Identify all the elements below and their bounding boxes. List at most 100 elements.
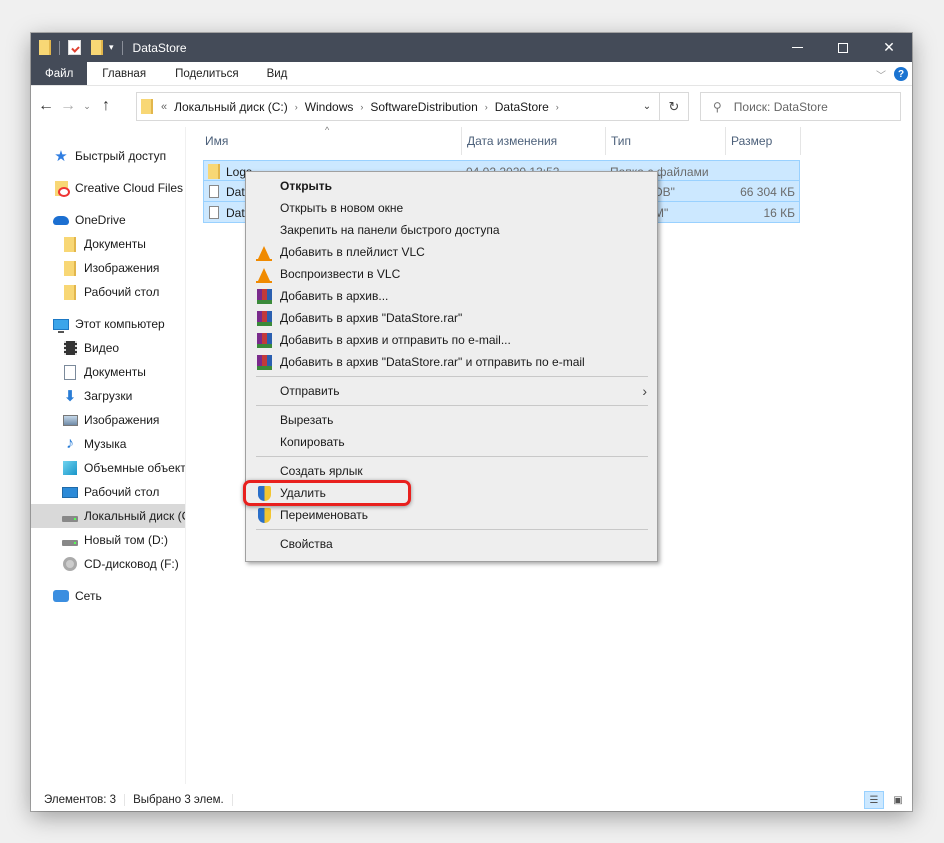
sidebar-item-label: Creative Cloud Files — [75, 181, 184, 195]
delete-highlight-annotation — [243, 480, 411, 506]
winrar-icon — [256, 332, 272, 348]
sidebar-item-music[interactable]: ♪ Музыка — [31, 432, 185, 456]
search-box[interactable]: ⚲ — [700, 92, 901, 121]
winrar-icon — [256, 354, 272, 370]
new-folder-icon[interactable] — [91, 40, 103, 55]
column-header-type[interactable]: Тип — [606, 127, 726, 155]
item-count: Элементов: 3 — [31, 794, 126, 806]
breadcrumb-separator[interactable]: › — [295, 102, 298, 112]
sidebar-item-creative-cloud[interactable]: Creative Cloud Files — [31, 176, 185, 200]
cloud-icon — [53, 215, 69, 225]
music-icon: ♪ — [66, 435, 74, 452]
menu-item-pin-quick-access[interactable]: Закрепить на панели быстрого доступа — [246, 219, 657, 241]
sidebar-item-documents[interactable]: Документы — [31, 360, 185, 384]
breadcrumb-separator[interactable]: › — [485, 102, 488, 112]
sidebar-item-3d-objects[interactable]: Объемные объект — [31, 456, 185, 480]
sidebar-item-label: Быстрый доступ — [75, 149, 167, 163]
navigation-pane[interactable]: ★ Быстрый доступ Creative Cloud Files On… — [31, 127, 186, 784]
minimize-button[interactable] — [774, 33, 820, 62]
sidebar-item-label: Документы — [84, 237, 146, 251]
expand-ribbon-icon[interactable]: ﹀ — [876, 67, 886, 82]
menu-item-archive-email[interactable]: Добавить в архив и отправить по e-mail..… — [246, 329, 657, 351]
sidebar-item-label: Новый том (D:) — [84, 533, 168, 547]
menu-item-create-shortcut[interactable]: Создать ярлык — [246, 460, 657, 482]
menu-item-add-archive[interactable]: Добавить в архив... — [246, 285, 657, 307]
menu-item-properties[interactable]: Свойства — [246, 533, 657, 555]
sidebar-item-downloads[interactable]: ⬇ Загрузки — [31, 384, 185, 408]
sidebar-item-volume-d[interactable]: Новый том (D:) — [31, 528, 185, 552]
sidebar-item-label: Сеть — [75, 589, 102, 603]
menu-item-datastore-rar-email[interactable]: Добавить в архив "DataStore.rar" и отпра… — [246, 351, 657, 373]
menu-item-add-datastore-rar[interactable]: Добавить в архив "DataStore.rar" — [246, 307, 657, 329]
sidebar-item-quick-access[interactable]: ★ Быстрый доступ — [31, 144, 185, 168]
breadcrumb-separator[interactable]: › — [360, 102, 363, 112]
recent-locations-button[interactable]: ⌄ — [79, 101, 95, 112]
winrar-icon — [256, 288, 272, 304]
properties-icon[interactable] — [68, 40, 81, 55]
winrar-icon — [256, 310, 272, 326]
back-button[interactable]: ← — [35, 97, 57, 115]
sidebar-item-label: Загрузки — [84, 389, 133, 403]
sidebar-item-label: Документы — [84, 365, 146, 379]
details-view-button[interactable]: ☰ — [864, 791, 884, 809]
breadcrumb-separator[interactable]: › — [556, 102, 559, 112]
video-icon — [63, 341, 77, 355]
breadcrumb-local-disk[interactable]: Локальный диск (C:) — [174, 100, 288, 114]
sidebar-item-label: Видео — [84, 341, 120, 355]
folder-icon — [64, 260, 76, 276]
overflow-chevron[interactable]: « — [161, 101, 167, 113]
close-button[interactable]: ✕ — [866, 33, 912, 62]
sidebar-item-onedrive[interactable]: OneDrive — [31, 208, 185, 232]
column-header-date[interactable]: Дата изменения — [462, 127, 606, 155]
menu-item-open-new-window[interactable]: Открыть в новом окне — [246, 197, 657, 219]
sidebar-item-onedrive-desktop[interactable]: Рабочий стол — [31, 280, 185, 304]
sidebar-item-desktop[interactable]: Рабочий стол — [31, 480, 185, 504]
help-icon[interactable]: ? — [894, 67, 908, 81]
window-title: DataStore — [132, 40, 187, 55]
customize-toolbar-icon[interactable]: ▾ — [109, 42, 114, 53]
menu-item-add-vlc-playlist[interactable]: Добавить в плейлист VLC — [246, 241, 657, 263]
tab-file[interactable]: Файл — [31, 62, 88, 85]
up-button[interactable]: ↑ — [95, 97, 117, 115]
refresh-button[interactable]: ↻ — [659, 93, 688, 120]
breadcrumb-datastore[interactable]: DataStore — [495, 100, 549, 114]
forward-button[interactable]: → — [57, 97, 79, 115]
address-bar[interactable]: « Локальный диск (C:) › Windows › Softwa… — [136, 92, 689, 121]
search-input[interactable] — [731, 98, 882, 115]
sidebar-item-onedrive-pictures[interactable]: Изображения — [31, 256, 185, 280]
sidebar-item-videos[interactable]: Видео — [31, 336, 185, 360]
menu-item-open[interactable]: Открыть — [246, 175, 657, 197]
folder-icon — [39, 40, 51, 55]
sidebar-item-label: Этот компьютер — [75, 317, 165, 331]
vlc-icon — [256, 267, 272, 283]
sidebar-item-network[interactable]: Сеть — [31, 584, 185, 608]
menu-item-rename[interactable]: Переименовать — [246, 504, 657, 526]
menu-item-send-to[interactable]: Отправить › — [246, 380, 657, 402]
quick-access-toolbar: ▾ — [31, 40, 127, 55]
menu-separator — [256, 376, 648, 377]
tab-home[interactable]: Главная — [87, 62, 161, 85]
maximize-button[interactable] — [820, 33, 866, 62]
sidebar-item-this-pc[interactable]: Этот компьютер — [31, 312, 185, 336]
breadcrumb-softwaredistribution[interactable]: SoftwareDistribution — [370, 100, 477, 114]
menu-item-play-vlc[interactable]: Воспроизвести в VLC — [246, 263, 657, 285]
column-headers: Имя ^ Дата изменения Тип Размер — [187, 125, 912, 155]
menu-item-copy[interactable]: Копировать — [246, 431, 657, 453]
sidebar-item-local-disk-c[interactable]: Локальный диск (C — [31, 504, 185, 528]
maximize-icon — [838, 42, 848, 53]
breadcrumb-windows[interactable]: Windows — [305, 100, 354, 114]
folder-icon — [64, 236, 76, 252]
column-header-name[interactable]: Имя ^ — [187, 125, 462, 155]
sidebar-item-onedrive-documents[interactable]: Документы — [31, 232, 185, 256]
sidebar-item-cd-drive-f[interactable]: CD-дисковод (F:) — [31, 552, 185, 576]
large-icons-view-button[interactable]: ▣ — [888, 791, 908, 809]
sidebar-item-pictures[interactable]: Изображения — [31, 408, 185, 432]
drive-icon — [62, 540, 78, 546]
address-history-dropdown[interactable]: ⌄ — [636, 93, 658, 120]
tab-share[interactable]: Поделиться — [161, 62, 253, 85]
tab-view[interactable]: Вид — [253, 62, 302, 85]
column-header-size[interactable]: Размер — [726, 127, 801, 155]
vlc-icon — [256, 245, 272, 261]
sort-ascending-icon: ^ — [325, 125, 330, 135]
menu-item-cut[interactable]: Вырезать — [246, 409, 657, 431]
